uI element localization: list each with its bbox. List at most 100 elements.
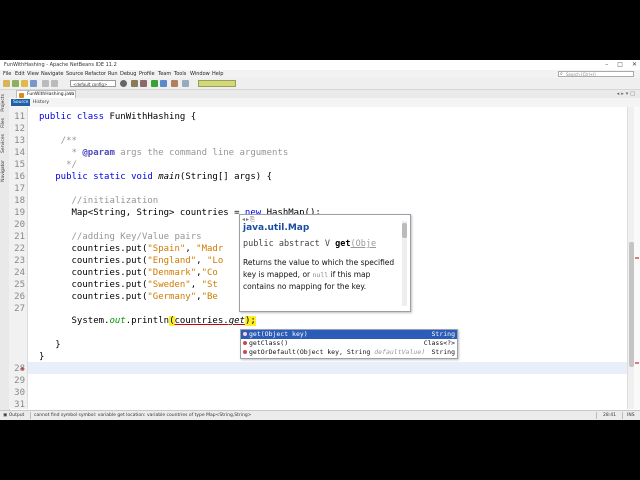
- menu-help[interactable]: Help: [212, 70, 223, 78]
- current-line-highlight: [28, 362, 631, 374]
- menu-window[interactable]: Window: [190, 70, 210, 78]
- side-tab-navigator[interactable]: Navigator: [1, 160, 6, 182]
- line-number: 26: [14, 292, 25, 302]
- code-static-field: out: [109, 316, 126, 326]
- ide-window: FunWithHashing - Apache NetBeans IDE 11.…: [0, 60, 640, 420]
- code-line-14: */: [39, 160, 77, 170]
- new-project-icon[interactable]: [12, 80, 19, 87]
- config-gear-icon[interactable]: [120, 80, 127, 87]
- code-comment: */: [39, 160, 77, 170]
- menu-view[interactable]: View: [27, 70, 39, 78]
- close-icon[interactable]: ✕: [632, 60, 637, 70]
- code-string: "Co: [201, 268, 218, 278]
- side-tab-files[interactable]: Files: [1, 118, 6, 128]
- menu-bar: File Edit View Navigate Source Refactor …: [0, 70, 640, 78]
- code-string: "Lo: [207, 256, 224, 266]
- build-icon[interactable]: [131, 80, 138, 87]
- output-label: Output: [8, 413, 25, 418]
- javadoc-package[interactable]: java.util.Map: [243, 223, 309, 233]
- code-line-put: countries.put("Spain", "Madr: [39, 244, 224, 254]
- error-mark[interactable]: [635, 257, 639, 259]
- status-divider: [622, 412, 623, 419]
- completion-item[interactable]: getClass() Class<?>: [241, 339, 457, 348]
- completion-item-type: String: [431, 348, 455, 356]
- save-all-icon[interactable]: [30, 80, 37, 87]
- side-tab-projects[interactable]: Projects: [1, 94, 6, 112]
- code-line-put: countries.put("England", "Lo: [39, 256, 224, 266]
- open-project-icon[interactable]: [21, 80, 28, 87]
- javadoc-param[interactable]: (Obje: [350, 239, 376, 249]
- line-number: 11: [14, 112, 25, 122]
- tab-history[interactable]: History: [31, 99, 51, 106]
- undo-icon[interactable]: [42, 80, 49, 87]
- code-method-name: main: [158, 172, 180, 182]
- error-stripe: [634, 107, 640, 409]
- run-icon[interactable]: [151, 80, 158, 87]
- code-line-11: public class FunWithHashing {: [39, 112, 197, 122]
- javadoc-tag: @param: [82, 148, 115, 158]
- completion-item[interactable]: getOrDefault(Object key, String defaultV…: [241, 348, 457, 357]
- java-file-icon: [19, 92, 24, 98]
- code-line-20: //adding Key/Value pairs: [39, 232, 202, 242]
- menu-profile[interactable]: Profile: [139, 70, 155, 78]
- code-text: .println: [125, 316, 170, 326]
- line-number: 27: [14, 304, 25, 314]
- gc-icon[interactable]: [182, 80, 189, 87]
- memory-indicator[interactable]: [198, 80, 236, 87]
- menu-file[interactable]: File: [3, 70, 11, 78]
- code-string: "Germany": [147, 292, 197, 302]
- menu-refactor[interactable]: Refactor: [85, 70, 106, 78]
- line-number: 21: [14, 232, 25, 242]
- insert-mode: INS: [627, 413, 635, 418]
- editor-tab-file[interactable]: FunWithHashing.java ×: [16, 90, 76, 98]
- tab-close-icon[interactable]: ×: [69, 91, 73, 98]
- code-keywords: public static void: [55, 172, 159, 182]
- code-string: "England": [147, 256, 197, 266]
- completion-item[interactable]: get(Object key) String: [241, 330, 457, 339]
- completion-item-type: String: [431, 330, 455, 338]
- redo-icon[interactable]: [51, 80, 58, 87]
- line-number: 13: [14, 136, 25, 146]
- method-icon: [243, 350, 247, 354]
- menu-source[interactable]: Source: [66, 70, 83, 78]
- profile-icon[interactable]: [171, 80, 178, 87]
- menu-run[interactable]: Run: [108, 70, 118, 78]
- maximize-icon[interactable]: □: [617, 60, 623, 70]
- main-toolbar: <default config>: [0, 78, 640, 90]
- javadoc-method: get: [335, 239, 351, 249]
- error-mark[interactable]: [635, 362, 639, 364]
- code-string: "Denmark": [147, 268, 197, 278]
- status-bar: ▣ Output cannot find symbol symbol: vari…: [0, 410, 640, 420]
- clean-build-icon[interactable]: [140, 80, 147, 87]
- code-comment: args the command line arguments: [114, 148, 289, 158]
- tab-nav-icons[interactable]: ◂▸▾□: [617, 90, 637, 98]
- status-divider: [596, 412, 597, 419]
- javadoc-code: null: [312, 271, 329, 279]
- code-string: "St: [201, 280, 218, 290]
- menu-debug[interactable]: Debug: [120, 70, 136, 78]
- search-input[interactable]: ⌕ Search (Ctrl+I): [558, 70, 634, 77]
- menu-team[interactable]: Team: [158, 70, 171, 78]
- javadoc-scrollbar[interactable]: [402, 221, 407, 306]
- code-line-put: countries.put("Sweden", "St: [39, 280, 218, 290]
- search-placeholder: Search (Ctrl+I): [566, 71, 596, 77]
- menu-tools[interactable]: Tools: [174, 70, 186, 78]
- code-comment: //adding Key/Value pairs: [71, 232, 202, 242]
- debug-icon[interactable]: [160, 80, 167, 87]
- line-number: 23: [14, 256, 25, 266]
- new-file-icon[interactable]: [3, 80, 10, 87]
- code-text: ,: [196, 256, 207, 266]
- tab-source[interactable]: Source: [11, 99, 31, 106]
- menu-edit[interactable]: Edit: [15, 70, 25, 78]
- code-text: countries.put(: [71, 268, 148, 278]
- line-number: 17: [14, 184, 25, 194]
- javadoc-scroll-thumb[interactable]: [402, 223, 407, 238]
- completion-item-name: get(Object key): [249, 330, 308, 338]
- code-string: "Madr: [196, 244, 224, 254]
- menu-navigate[interactable]: Navigate: [41, 70, 63, 78]
- minimize-icon[interactable]: –: [605, 60, 608, 70]
- side-tab-services[interactable]: Services: [1, 134, 6, 153]
- line-number: 30: [14, 388, 25, 398]
- config-select[interactable]: <default config>: [70, 80, 116, 87]
- output-tab[interactable]: ▣ Output: [3, 411, 24, 420]
